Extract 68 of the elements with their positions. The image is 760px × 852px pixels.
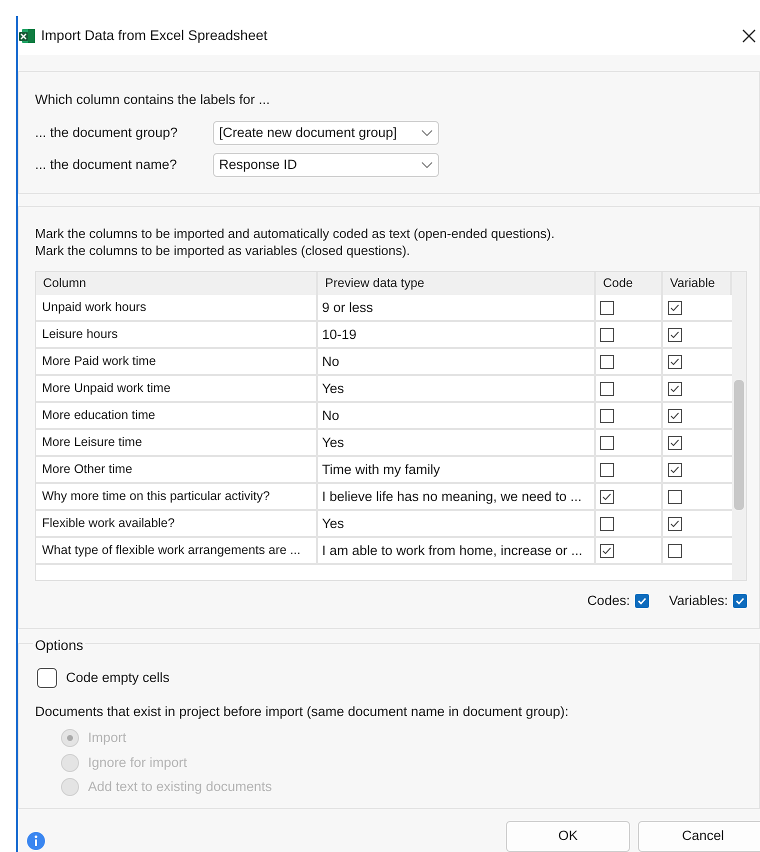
table-cell: Time with my family <box>318 457 596 482</box>
table-cell: No <box>318 349 596 374</box>
ok-button[interactable]: OK <box>506 821 630 852</box>
table-cell: More Leisure time <box>36 430 318 456</box>
chevron-down-icon <box>421 128 433 137</box>
scrollbar[interactable] <box>732 272 746 580</box>
column-header[interactable]: Column <box>36 272 318 296</box>
cancel-button[interactable]: Cancel <box>638 821 760 852</box>
toggle-label: Codes: <box>587 592 630 610</box>
options-label: Documents that exist in project before import (same document name in document group): <box>35 703 570 722</box>
field-label: ... the document name? <box>35 156 178 174</box>
variable-checkbox[interactable] <box>668 462 682 477</box>
field-label: ... the document group? <box>35 124 179 142</box>
table-cell: Why more time on this particular activity? <box>36 484 318 510</box>
table-cell: Yes <box>318 376 596 402</box>
table-cell: Flexible work available? <box>36 511 318 536</box>
table-cell: No <box>318 403 596 428</box>
code-checkbox[interactable] <box>600 490 614 504</box>
table-cell: Leisure hours <box>36 322 318 348</box>
dropdown[interactable]: Response ID <box>213 152 439 177</box>
window-title: Import Data from Excel Spreadsheet <box>41 26 268 46</box>
checkbox[interactable] <box>37 668 57 688</box>
table-cell: Yes <box>318 430 596 456</box>
table-cell: Unpaid work hours <box>36 295 318 320</box>
variable-checkbox[interactable] <box>668 300 682 315</box>
checkbox[interactable] <box>733 594 747 608</box>
code-checkbox[interactable] <box>600 328 614 342</box>
column-header[interactable]: Preview data type <box>318 272 596 296</box>
table-cell: I believe life has no meaning, we need to ... <box>318 484 596 510</box>
table-cell: Yes <box>318 511 596 536</box>
table-cell: More Unpaid work time <box>36 376 318 402</box>
variable-checkbox[interactable] <box>668 382 682 396</box>
variable-checkbox[interactable] <box>668 408 682 423</box>
variable-checkbox[interactable] <box>668 544 682 558</box>
table-cell: 9 or less <box>318 295 596 320</box>
radio-label: Add text to existing documents <box>88 778 272 796</box>
variable-checkbox[interactable] <box>668 354 682 369</box>
code-checkbox[interactable] <box>600 300 614 315</box>
code-checkbox[interactable] <box>600 408 614 423</box>
column-header[interactable]: Code <box>596 272 663 296</box>
code-checkbox[interactable] <box>600 436 614 450</box>
checkbox-label: Code empty cells <box>66 668 170 687</box>
instruction-text: Mark the columns to be imported and automatically coded as text (open-ended questions). <box>35 225 556 242</box>
checkbox[interactable] <box>634 594 649 608</box>
info-icon[interactable] <box>26 830 46 850</box>
radio-label: Ignore for import <box>88 754 188 772</box>
table-cell: More Other time <box>36 457 318 482</box>
table-cell: More education time <box>36 403 318 428</box>
table-cell: 10-19 <box>318 322 596 348</box>
variable-checkbox[interactable] <box>668 436 682 450</box>
instruction-text: Mark the columns to be imported as variables (closed questions). <box>35 242 412 260</box>
code-checkbox[interactable] <box>600 462 614 477</box>
variable-checkbox[interactable] <box>668 516 682 531</box>
close-icon[interactable] <box>742 28 756 43</box>
toggle-label: Variables: <box>668 592 728 610</box>
table-cell: What type of flexible work arrangements are ... <box>36 538 318 564</box>
code-checkbox[interactable] <box>600 544 614 558</box>
chevron-down-icon <box>421 160 433 169</box>
variable-checkbox[interactable] <box>668 328 682 342</box>
code-checkbox[interactable] <box>600 354 614 369</box>
table-cell: More Paid work time <box>36 349 318 374</box>
radio-label: Import <box>88 729 126 748</box>
section-heading: Which column contains the labels for ... <box>35 91 271 110</box>
dropdown[interactable]: [Create new document group] <box>213 120 439 145</box>
table-cell: I am able to work from home, increase or ... <box>318 538 596 564</box>
code-checkbox[interactable] <box>600 516 614 531</box>
code-checkbox[interactable] <box>600 382 614 396</box>
variable-checkbox[interactable] <box>668 490 682 504</box>
